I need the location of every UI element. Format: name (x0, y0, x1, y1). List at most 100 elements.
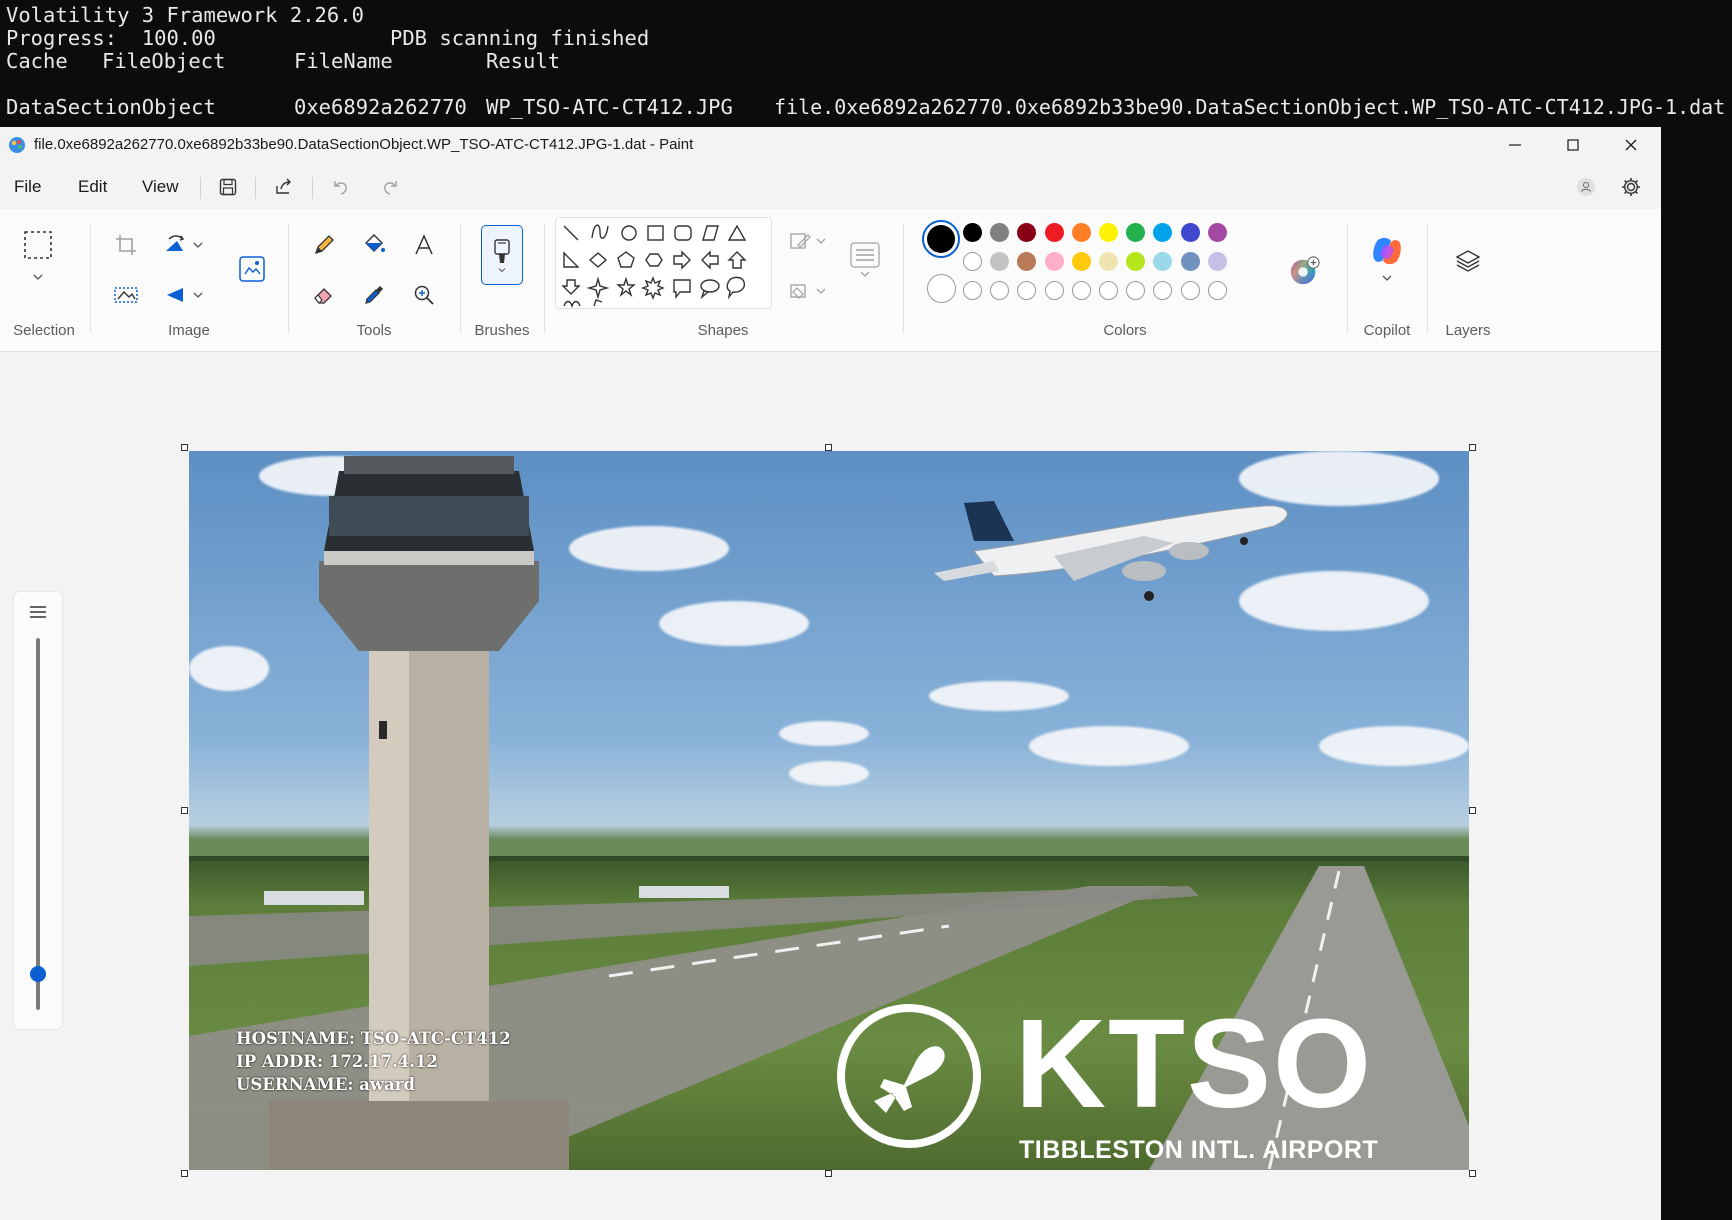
line-size-dropdown[interactable] (849, 267, 881, 281)
selection-tool-button[interactable] (22, 229, 54, 261)
chevron-down-icon (816, 288, 826, 294)
group-label-tools: Tools (356, 322, 392, 339)
menu-edit[interactable]: Edit (78, 177, 107, 197)
menu-divider (200, 177, 201, 199)
color-picker-button[interactable] (358, 279, 390, 311)
secondary-color-swatch[interactable] (927, 274, 956, 303)
minimize-button[interactable] (1486, 127, 1544, 163)
rotate-dropdown[interactable] (190, 229, 206, 261)
magnifier-button[interactable] (408, 279, 440, 311)
resize-handle[interactable] (825, 444, 832, 451)
menu-file[interactable]: File (14, 177, 41, 197)
palette-color-swatch[interactable] (1017, 252, 1037, 271)
flip-button[interactable] (160, 279, 192, 311)
cloud (569, 526, 729, 571)
palette-color-swatch[interactable] (1071, 252, 1091, 271)
custom-color-slot[interactable] (1044, 281, 1064, 300)
palette-color-swatch[interactable] (1207, 223, 1227, 242)
palette-color-swatch[interactable] (1044, 252, 1064, 271)
undo-button[interactable] (328, 175, 354, 199)
copilot-button[interactable] (1369, 233, 1405, 269)
edit-colors-button[interactable] (1288, 255, 1320, 287)
shape-outline-button[interactable] (784, 225, 816, 257)
title-bar[interactable]: file.0xe6892a262770.0xe6892b33be90.DataS… (0, 127, 1661, 163)
custom-color-slot[interactable] (1017, 281, 1037, 300)
line-size-icon (30, 606, 46, 618)
cloud (929, 681, 1069, 711)
palette-color-swatch[interactable] (1017, 223, 1037, 242)
resize-handle[interactable] (181, 1170, 188, 1177)
fill-icon (790, 284, 806, 299)
image-background-button[interactable] (110, 279, 142, 311)
crop-icon (116, 235, 136, 255)
fill-button[interactable] (358, 229, 390, 261)
custom-color-slot[interactable] (990, 281, 1010, 300)
palette-color-swatch[interactable] (1180, 252, 1200, 271)
account-icon (1577, 178, 1595, 196)
gear-icon (1622, 178, 1640, 196)
palette-color-swatch[interactable] (1153, 252, 1173, 271)
custom-color-slot[interactable] (963, 281, 982, 300)
custom-color-slot[interactable] (1207, 281, 1227, 300)
rotate-button[interactable] (160, 229, 192, 261)
eraser-button[interactable] (308, 279, 340, 311)
palette-color-swatch[interactable] (990, 252, 1010, 271)
text-button[interactable] (408, 229, 440, 261)
brush-size-slider-thumb[interactable] (30, 966, 46, 982)
resize-handle[interactable] (181, 807, 188, 814)
copilot-dropdown[interactable] (1371, 271, 1403, 285)
shape-fill-dropdown[interactable] (814, 275, 828, 307)
minimize-icon (1509, 144, 1521, 146)
group-label-layers: Layers (1445, 322, 1491, 339)
custom-color-slot[interactable] (1153, 281, 1173, 300)
redo-button[interactable] (377, 175, 403, 199)
custom-color-slot[interactable] (1126, 281, 1146, 300)
crop-button[interactable] (110, 229, 142, 261)
palette-color-swatch[interactable] (963, 223, 982, 242)
close-button[interactable] (1602, 127, 1660, 163)
chevron-down-icon (1382, 275, 1392, 281)
settings-button[interactable] (1618, 175, 1644, 199)
line-size-icon (850, 242, 880, 268)
resize-handle[interactable] (1469, 1170, 1476, 1177)
palette-color-swatch[interactable] (1099, 223, 1118, 242)
color-wheel-icon (1290, 256, 1320, 285)
resize-handle[interactable] (181, 444, 188, 451)
save-button[interactable] (215, 175, 241, 199)
selection-dropdown[interactable] (22, 269, 54, 285)
shapes-gallery-icons (561, 224, 747, 308)
palette-color-swatch[interactable] (1180, 223, 1200, 242)
group-label-colors: Colors (1103, 322, 1147, 339)
shape-outline-dropdown[interactable] (814, 225, 828, 257)
resize-button[interactable] (236, 253, 268, 285)
palette-color-swatch[interactable] (1126, 223, 1146, 242)
flip-dropdown[interactable] (190, 279, 206, 311)
magnifier-icon (414, 285, 434, 305)
share-button[interactable] (271, 175, 297, 199)
canvas-image[interactable]: HOSTNAME: TSO-ATC-CT412 IP ADDR: 172.17.… (189, 451, 1469, 1170)
custom-color-slot[interactable] (1180, 281, 1200, 300)
resize-handle[interactable] (1469, 444, 1476, 451)
account-button[interactable] (1573, 175, 1599, 199)
resize-handle[interactable] (825, 1170, 832, 1177)
brush-size-slider[interactable] (36, 638, 40, 1010)
custom-color-slot[interactable] (1099, 281, 1118, 300)
custom-color-slot[interactable] (1071, 281, 1091, 300)
resize-handle[interactable] (1469, 807, 1476, 814)
palette-color-swatch[interactable] (1099, 252, 1118, 271)
layers-button[interactable] (1452, 245, 1484, 277)
palette-color-swatch[interactable] (990, 223, 1010, 242)
palette-color-swatch[interactable] (963, 252, 982, 271)
group-divider (288, 223, 289, 333)
maximize-button[interactable] (1544, 127, 1602, 163)
palette-color-swatch[interactable] (1044, 223, 1064, 242)
palette-color-swatch[interactable] (1126, 252, 1146, 271)
palette-color-swatch[interactable] (1207, 252, 1227, 271)
brushes-button[interactable] (481, 225, 523, 285)
shape-fill-button[interactable] (784, 275, 816, 307)
shapes-gallery[interactable] (555, 217, 772, 309)
menu-view[interactable]: View (142, 177, 179, 197)
pencil-button[interactable] (308, 229, 340, 261)
palette-color-swatch[interactable] (1153, 223, 1173, 242)
palette-color-swatch[interactable] (1071, 223, 1091, 242)
